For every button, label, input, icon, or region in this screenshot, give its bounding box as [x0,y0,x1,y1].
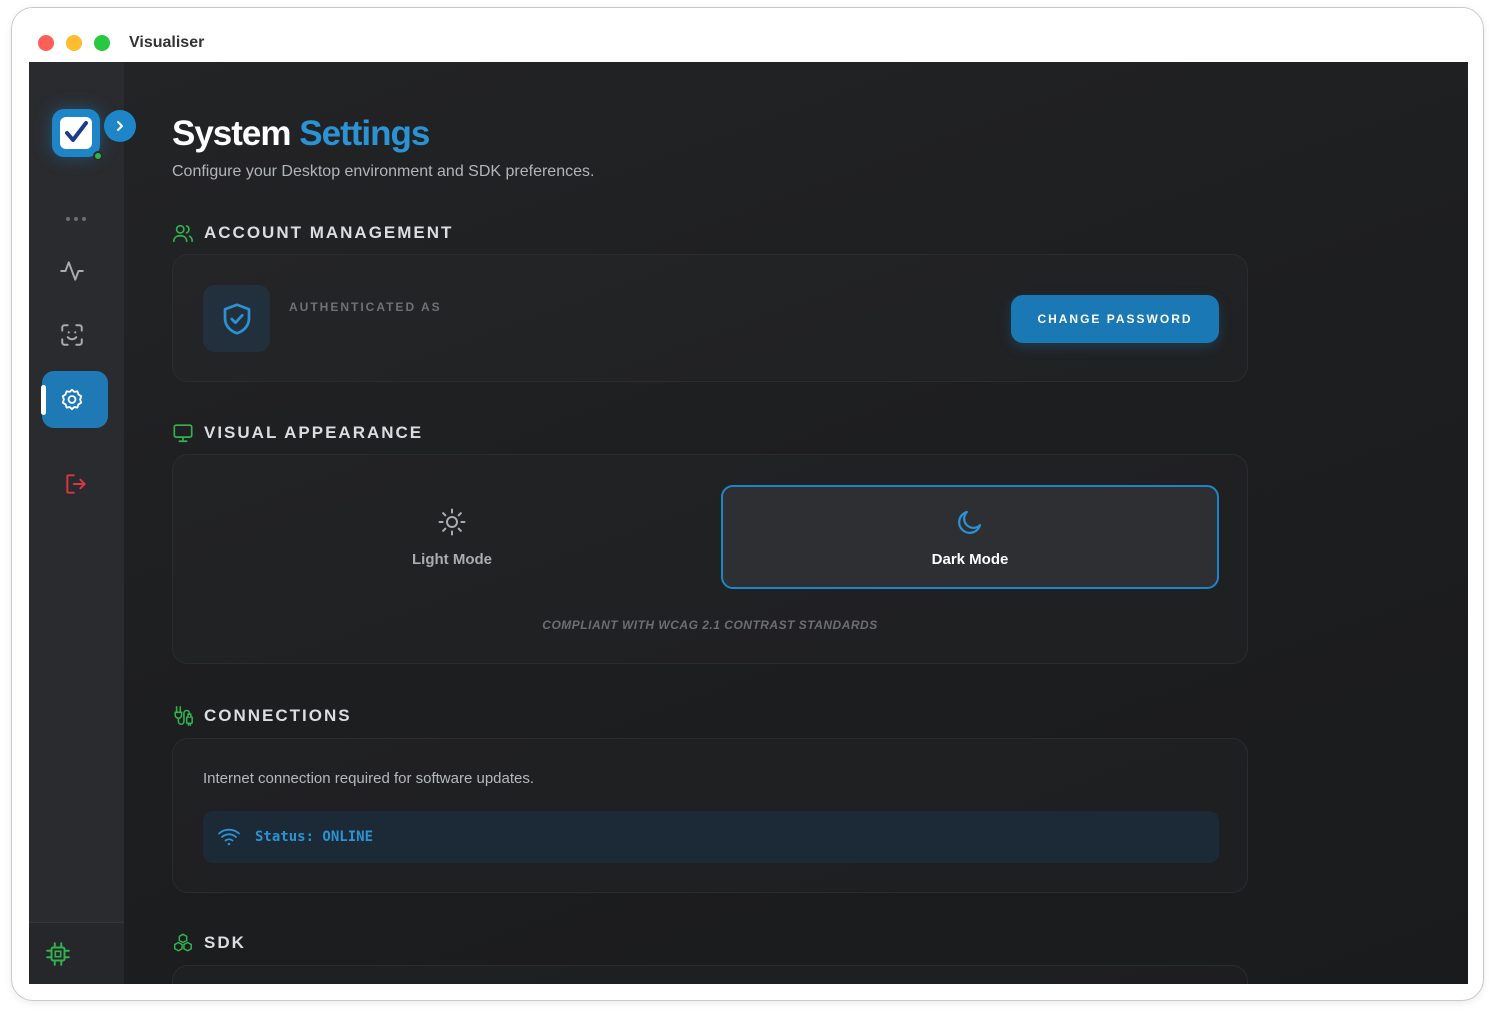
wcag-compliance-note: COMPLIANT WITH WCAG 2.1 CONTRAST STANDAR… [542,618,878,632]
minimize-window-button[interactable] [66,35,82,51]
connection-requirement-text: Internet connection required for softwar… [203,770,535,787]
shield-tile [203,285,270,352]
app-content: System Settings Configure your Desktop e… [29,62,1468,984]
page-title-main: System [172,114,292,153]
face-scan-icon [61,324,83,346]
gear-icon [61,388,83,411]
wifi-icon [218,828,240,846]
sdk-section-title: SDK [204,933,246,952]
app-logo[interactable] [52,109,100,157]
chevron-right-icon [117,121,123,131]
page-title: System Settings [172,114,430,154]
more-dots-icon[interactable] [64,207,88,228]
appearance-section-title: VISUAL APPEARANCE [204,423,424,442]
light-mode-option[interactable]: Light Mode [203,485,701,589]
connections-section-heading: CONNECTIONS [172,705,352,727]
account-section-heading: ACCOUNT MANAGEMENT [172,222,453,244]
appearance-card: Light Mode Dark Mode COMPLIANT WITH WCAG… [172,454,1248,664]
cpu-chip-icon[interactable] [45,941,71,972]
expand-sidebar-button[interactable] [104,110,136,142]
app-window: Visualiser System Settings Configure you… [11,7,1484,1001]
sidebar-item-face-scan[interactable] [57,320,87,350]
shield-check-icon [223,302,250,335]
sidebar-item-activity[interactable] [57,256,87,286]
title-bar: Visualiser [12,8,1483,62]
page-subtitle: Configure your Desktop environment and S… [172,163,595,180]
connection-status-bar: Status: ONLINE [203,811,1219,863]
connections-icon [174,706,193,726]
moon-icon [958,510,982,534]
sdk-boxes-icon [174,933,192,952]
account-card: AUTHENTICATED AS CHANGE PASSWORD [172,254,1248,382]
settings-main: System Settings Configure your Desktop e… [172,62,1252,984]
sidebar-footer [29,922,124,984]
activity-icon [60,261,84,281]
appearance-section-heading: VISUAL APPEARANCE [172,422,423,444]
sdk-section-heading: SDK [172,932,246,954]
connections-section-title: CONNECTIONS [204,706,352,725]
users-icon [173,224,193,243]
dark-mode-label: Dark Mode [931,550,1009,568]
dark-mode-option[interactable]: Dark Mode [721,485,1219,589]
sun-icon [438,508,466,535]
authenticated-as-label: AUTHENTICATED AS [289,300,442,314]
online-indicator [93,151,103,161]
page-title-accent: Settings [299,114,430,153]
logout-icon [66,474,86,494]
account-section-title: ACCOUNT MANAGEMENT [204,223,454,242]
sidebar-item-settings-icon-wrap[interactable] [57,385,87,415]
close-window-button[interactable] [38,35,54,51]
light-mode-label: Light Mode [412,550,492,568]
window-title: Visualiser [129,34,205,51]
active-indicator [41,385,46,415]
change-password-button[interactable]: CHANGE PASSWORD [1011,295,1219,343]
maximize-window-button[interactable] [94,35,110,51]
checkmark-icon [60,117,92,149]
sidebar-item-logout[interactable] [61,469,91,499]
sidebar [29,62,136,984]
connection-status-text: Status: ONLINE [255,829,374,845]
monitor-icon [173,424,193,443]
connections-card: Internet connection required for softwar… [172,738,1248,893]
sdk-card [172,965,1248,984]
